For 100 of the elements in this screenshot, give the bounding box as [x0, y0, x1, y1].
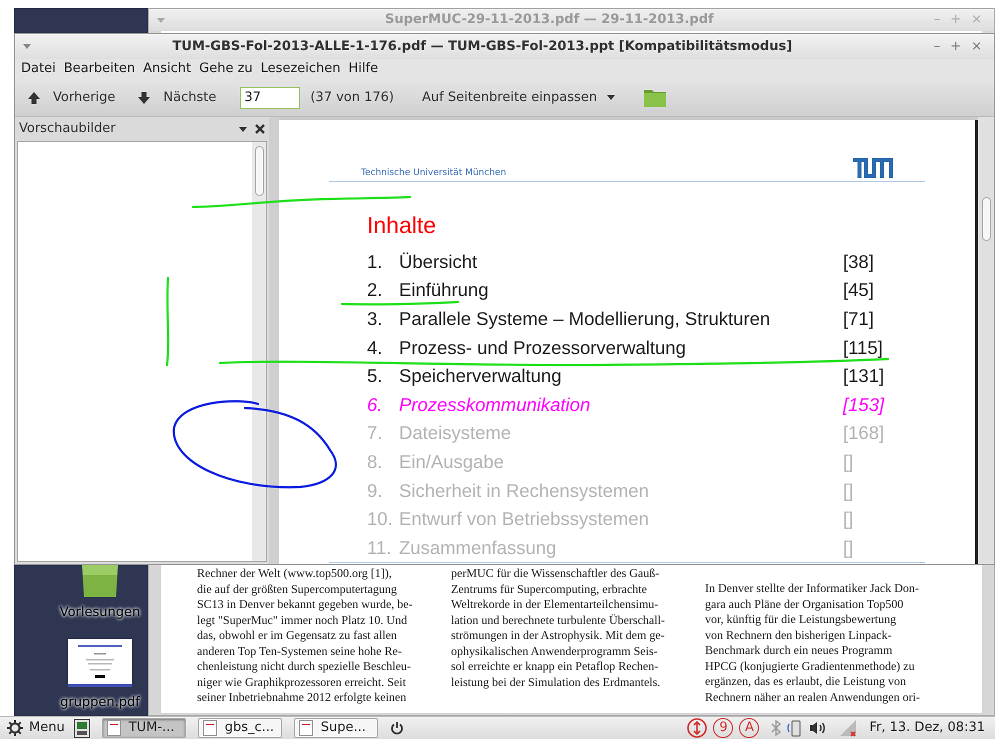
document-text-line: HPCG (konjugierte Gradientenmethode) zu — [705, 658, 916, 674]
document-thumbnail-icon[interactable] — [68, 638, 132, 686]
item-page: [] — [843, 480, 854, 501]
scrollbar[interactable] — [978, 117, 994, 564]
menu-item[interactable]: Gehe zu — [199, 59, 253, 79]
previous-button[interactable]: Vorherige — [25, 88, 118, 108]
item-number: 5. — [367, 365, 384, 386]
item-page: [] — [843, 536, 854, 558]
document-text-line: lation und berechnete turbulente Überschall- — [451, 612, 666, 628]
item-number: 9. — [367, 480, 384, 501]
window-control[interactable]: × — [971, 36, 982, 56]
item-title: Prozess- und Prozessorverwaltung — [399, 336, 686, 358]
close-icon[interactable] — [255, 124, 265, 134]
menu-button[interactable]: Menu — [4, 718, 68, 738]
item-page: [] — [843, 508, 854, 530]
menu-item[interactable]: Ansicht — [143, 59, 192, 79]
document-text-line: legt "SuperMuc" immer noch Platz 10. Und — [197, 612, 408, 628]
item-title: Dateisysteme — [399, 422, 512, 444]
document-text-line: Weltrekorde in der Elementarteilchensimu- — [451, 597, 660, 612]
menu-item[interactable]: Lesezeichen — [260, 59, 340, 79]
scrollbar-thumb[interactable] — [982, 197, 990, 241]
item-title: Parallele Systeme – Modellierung, Strukturen — [399, 308, 770, 329]
document-icon — [106, 720, 121, 736]
item-page: [115] — [843, 336, 884, 358]
document-text-line: seiner Inbetriebnahme 2012 erfolgte keinen — [197, 690, 408, 706]
caret-icon[interactable] — [239, 126, 247, 132]
item-number: 7. — [367, 422, 384, 444]
item-title: Einführung — [399, 279, 488, 300]
thumbnail-list[interactable] — [17, 141, 267, 562]
document-text-line: ophysikalischen Anwenderprogramm Seis- — [451, 644, 659, 659]
volume-icon[interactable] — [809, 721, 828, 735]
battery-icon[interactable] — [787, 719, 804, 737]
item-title: Übersicht — [399, 250, 478, 272]
document-text-line: das, obwohl er im Gegensatz zu fast allen — [197, 628, 398, 644]
item-title: Zusammenfassung — [399, 536, 556, 558]
document-text-line: Rechner der Welt (www.top500.org [1]), — [197, 566, 393, 582]
menu-item[interactable]: Bearbeiten — [64, 59, 136, 79]
clock[interactable]: Fr, 13. Dez, 08:31 — [869, 718, 985, 738]
down-arrow-icon — [137, 90, 152, 104]
document-icon — [202, 720, 217, 736]
item-number: 10. — [367, 508, 394, 530]
document-text-line: vor, künftig für die Leistungsbewertung — [705, 612, 898, 628]
caret-icon — [607, 95, 616, 100]
document-text-line: sol erreichte er knapp ein Petaflop Rechen- — [451, 659, 660, 674]
item-number: 1. — [367, 250, 384, 272]
terminal-icon[interactable] — [74, 718, 90, 738]
scrollbar-thumb[interactable] — [254, 146, 264, 196]
tum-logo — [853, 158, 893, 178]
document-text-line: die auf der größten Supercomputertagung — [197, 582, 398, 597]
item-number: 8. — [367, 450, 384, 472]
power-icon[interactable] — [390, 721, 404, 735]
document-text-line: SC13 in Denver bekannt gegeben wurde, be- — [197, 597, 414, 612]
taskbar-task[interactable]: TUM-... — [102, 718, 186, 738]
item-page: [153] — [843, 394, 886, 415]
folder-icon[interactable] — [80, 565, 120, 597]
sidebar-title: Vorschaubilder — [19, 120, 117, 138]
item-page: [45] — [843, 279, 875, 300]
document-text-line: perMUC für die Wissenschaftler des Gauß- — [451, 566, 660, 582]
slide-header: Technische Universität München — [361, 166, 508, 180]
item-title: Sicherheit in Rechensystemen — [399, 480, 649, 501]
bluetooth-icon[interactable] — [771, 720, 782, 736]
page-number-field[interactable]: 37 — [240, 86, 300, 108]
menu-item[interactable]: Datei — [21, 59, 56, 79]
document-text-line: ergänzen, das es erlaubt, die Leistung von — [705, 674, 908, 690]
gear-icon — [7, 720, 23, 736]
menu-item[interactable]: Hilfe — [348, 59, 378, 79]
item-page: [131] — [843, 365, 886, 386]
document-text-line: Benchmark durch ein neues Programm — [705, 643, 894, 658]
taskbar-task[interactable]: gbs_c... — [198, 718, 282, 738]
item-number: 2. — [367, 279, 384, 300]
network-icon[interactable] — [839, 719, 858, 737]
document-text-line: von Rechnern den bisherigen Linpack- — [705, 628, 893, 643]
zoom-dropdown[interactable]: Auf Seitenbreite einpassen — [422, 88, 616, 108]
window-control[interactable]: + — [950, 36, 962, 56]
page-count: (37 von 176) — [310, 88, 394, 107]
document-text-line: anderen Top Ten-Systemen seine hohe Re- — [197, 644, 403, 659]
document-text-line: leistung bei der Simulation des Erdmantels. — [451, 674, 662, 690]
document-text-line: Rechnern näher an realen Anwendungen ori- — [705, 690, 921, 705]
slide-heading: Inhalte — [367, 211, 438, 240]
tray-badge[interactable]: 9 — [713, 718, 734, 738]
tray-badge[interactable]: A — [739, 718, 760, 738]
document-text-line: niger wie Graphikprozessoren erreicht. Seit — [197, 674, 407, 690]
item-title: Prozesskommunikation — [399, 394, 590, 415]
next-button[interactable]: Nächste — [135, 88, 218, 108]
taskbar-task[interactable]: Supe... — [294, 718, 378, 738]
item-number: 4. — [367, 336, 384, 358]
document-text-line: gara auch Pläne der Organisation Top500 — [705, 596, 904, 612]
item-page: [168] — [843, 422, 886, 444]
item-number: 3. — [367, 308, 384, 329]
item-number: 11. — [367, 536, 392, 558]
document-text-line: chenleistung nicht durch spezielle Beschleu- — [197, 659, 412, 674]
up-arrow-icon — [27, 90, 41, 104]
window-menu-icon[interactable] — [23, 44, 31, 49]
document-text-line: Zentrums für Supercomputing, erbrachte — [451, 582, 648, 597]
document-text-line: strömungen in der Astrophysik. Mit dem ge- — [451, 628, 666, 644]
document-text-line: In Denver stellte der Informatiker Jack Don- — [705, 581, 920, 596]
window-title: SuperMUC-29-11-2013.pdf — 29-11-2013.pdf — [384, 11, 715, 30]
item-page: [71] — [843, 308, 875, 329]
item-page: [] — [843, 450, 854, 472]
window-control[interactable]: – — [934, 36, 940, 56]
